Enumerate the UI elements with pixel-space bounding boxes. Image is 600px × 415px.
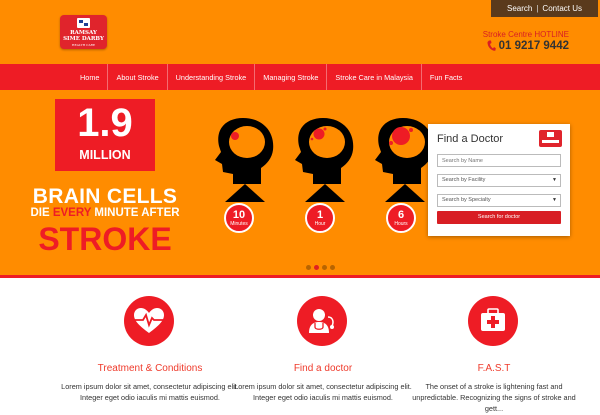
headline-stroke: STROKE — [38, 221, 172, 257]
headline-every: EVERY — [52, 207, 92, 219]
feature-text: Lorem ipsum dolor sit amet, consectetur … — [61, 382, 239, 402]
nav-item-fun-facts[interactable]: Fun Facts — [422, 64, 470, 90]
hotline-number-text: 01 9217 9442 — [498, 40, 569, 52]
heart-pulse-icon — [124, 296, 174, 346]
timeline-badge-10-minutes: 10 Minutes — [224, 203, 254, 233]
slider-dot[interactable] — [306, 265, 311, 270]
timeline-value: 6 — [397, 209, 405, 221]
nav-item-about-stroke[interactable]: About Stroke — [108, 64, 168, 90]
feature-text: Lorem ipsum dolor sit amet, consectetur … — [234, 382, 412, 402]
facility-select-text: Search by Facility — [442, 177, 486, 183]
logo-text-line2: SIME DARBY — [63, 36, 104, 42]
stat-unit: MILLION — [79, 148, 131, 162]
timeline-value: 1 — [316, 209, 324, 221]
logo-text-line3: HEALTH CARE — [71, 43, 96, 47]
headline-die: DIE — [30, 207, 50, 219]
ramsay-sime-darby-logo[interactable]: RAMSAY SIME DARBY HEALTH CARE — [60, 15, 107, 49]
site-header: RAMSAY SIME DARBY HEALTH CARE Search | C… — [0, 0, 600, 64]
stat-value: 1.9 — [77, 101, 133, 145]
slider-dot[interactable] — [322, 265, 327, 270]
ramsay-logo-small-icon — [539, 130, 562, 147]
timeline-unit: Minutes — [230, 221, 248, 227]
search-by-specialty-select[interactable]: Search by Specialty ▼ — [437, 194, 561, 207]
doctor-stethoscope-icon — [297, 296, 347, 346]
feature-title: F.A.S.T — [477, 363, 511, 374]
headline-minute-after: MINUTE AFTER — [94, 207, 180, 219]
timeline-badge-6-hours: 6 Hours — [386, 203, 416, 233]
slider-dot-active[interactable] — [314, 265, 319, 270]
main-navigation: Home About Stroke Understanding Stroke M… — [0, 64, 600, 90]
slider-pagination — [306, 265, 338, 270]
head-silhouette-icon — [295, 118, 354, 202]
phone-icon — [487, 40, 496, 51]
dropdown-caret-icon: ▼ — [552, 197, 557, 203]
nav-item-stroke-care-malaysia[interactable]: Stroke Care in Malaysia — [327, 64, 422, 90]
nav-item-home[interactable]: Home — [72, 64, 109, 90]
timeline-unit: Hours — [394, 221, 408, 227]
headline-die-every-minute: DIE EVERY MINUTE AFTER — [30, 207, 180, 219]
specialty-select-text: Search by Specialty — [442, 197, 491, 203]
finder-title: Find a Doctor — [437, 133, 504, 145]
head-silhouette-icon — [215, 118, 274, 202]
slider-dot[interactable] — [330, 265, 335, 270]
stat-box: 1.9 MILLION — [55, 99, 155, 171]
contact-us-link[interactable]: Contact Us — [542, 4, 582, 13]
nav-item-managing-stroke[interactable]: Managing Stroke — [255, 64, 328, 90]
hotline-number[interactable]: 01 9217 9442 — [487, 40, 569, 52]
hero-divider — [0, 275, 600, 278]
feature-text: The onset of a stroke is lightening fast… — [412, 382, 576, 413]
nav-item-understanding-stroke[interactable]: Understanding Stroke — [168, 64, 256, 90]
search-by-name-input[interactable] — [437, 154, 561, 167]
headline-brain-cells: BRAIN CELLS — [32, 185, 178, 208]
feature-title: Find a doctor — [293, 363, 353, 374]
link-divider: | — [536, 4, 539, 13]
dropdown-caret-icon: ▼ — [552, 177, 557, 183]
search-by-facility-select[interactable]: Search by Facility ▼ — [437, 174, 561, 187]
find-a-doctor-panel: Find a Doctor Search by Facility ▼ Searc… — [428, 124, 570, 236]
feature-title: Treatment & Conditions — [97, 363, 203, 374]
search-for-doctor-button[interactable]: Search for doctor — [437, 211, 561, 224]
hotline-label: Stroke Centre HOTLINE — [482, 30, 569, 39]
first-aid-kit-icon — [468, 296, 518, 346]
timeline-unit: Hour — [314, 221, 326, 227]
search-link[interactable]: Search — [507, 4, 532, 13]
timeline-value: 10 — [232, 209, 246, 221]
top-utility-links: Search | Contact Us — [491, 0, 598, 17]
timeline-badge-1-hour: 1 Hour — [305, 203, 335, 233]
logo-emblem-icon — [77, 18, 90, 28]
